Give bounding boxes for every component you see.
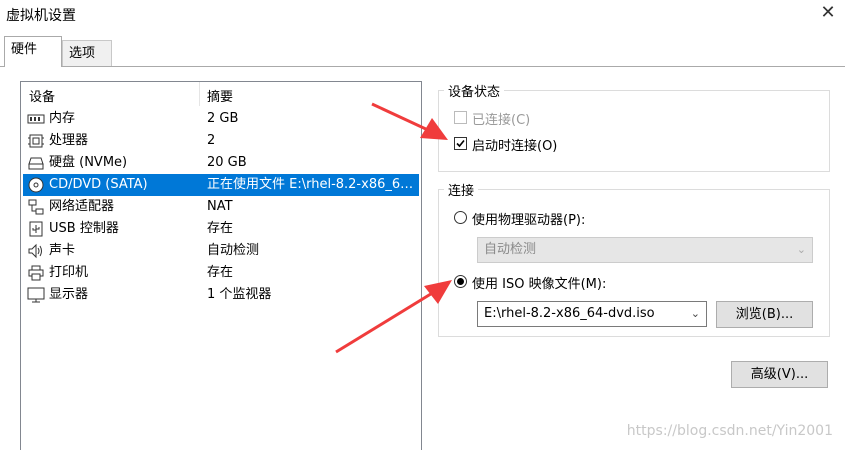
device-row-processor[interactable]: 处理器 2 xyxy=(23,130,419,152)
connected-label: 已连接(C) xyxy=(472,113,531,128)
printer-icon xyxy=(28,265,44,281)
network-adapter-icon xyxy=(28,199,44,215)
close-icon[interactable]: ✕ xyxy=(817,2,839,24)
device-row-usb-controller[interactable]: USB 控制器 存在 xyxy=(23,218,419,240)
device-status-group xyxy=(438,90,830,172)
device-summary: 存在 xyxy=(207,265,234,280)
physical-drive-combo[interactable]: 自动检测 ⌄ xyxy=(477,237,813,263)
connection-label: 连接 xyxy=(444,180,479,199)
title-bar: 虚拟机设置 ✕ xyxy=(0,0,845,30)
device-list-header: 设备 摘要 xyxy=(21,82,421,106)
advanced-button[interactable]: 高级(V)... xyxy=(731,361,828,388)
watermark: https://blog.csdn.net/Yin2001 xyxy=(626,423,833,439)
connect-at-power-on-checkbox[interactable] xyxy=(454,137,467,150)
device-name: 网络适配器 xyxy=(49,199,115,214)
device-summary: 2 xyxy=(207,133,216,148)
physical-drive-label: 使用物理驱动器(P): xyxy=(472,213,586,228)
processor-icon xyxy=(28,134,44,148)
connect-at-power-on-label: 启动时连接(O) xyxy=(472,139,558,154)
device-name: 声卡 xyxy=(49,243,76,258)
iso-image-label: 使用 ISO 映像文件(M): xyxy=(472,277,607,292)
tab-strip: 硬件 选项 xyxy=(0,36,845,67)
device-list[interactable]: 设备 摘要 内存 2 GB 处理器 2 硬盘 (NVMe) 20 GB CD/D… xyxy=(20,81,422,450)
iso-image-radio[interactable] xyxy=(454,275,467,288)
settings-panel: 设备 摘要 内存 2 GB 处理器 2 硬盘 (NVMe) 20 GB CD/D… xyxy=(0,66,845,450)
device-name: 打印机 xyxy=(49,265,89,280)
radio-dot xyxy=(457,278,464,285)
tab-hardware[interactable]: 硬件 xyxy=(4,36,62,67)
device-name: 显示器 xyxy=(49,287,89,302)
cd-dvd-icon xyxy=(28,177,44,193)
device-row-hard-disk[interactable]: 硬盘 (NVMe) 20 GB xyxy=(23,152,419,174)
tab-options[interactable]: 选项 xyxy=(62,40,112,66)
iso-path-value: E:\rhel-8.2-x86_64-dvd.iso xyxy=(484,306,655,321)
device-row-display[interactable]: 显示器 1 个监视器 xyxy=(23,284,419,306)
memory-icon xyxy=(27,114,45,124)
browse-button[interactable]: 浏览(B)... xyxy=(716,301,813,328)
device-name: 硬盘 (NVMe) xyxy=(49,155,128,170)
device-status-label: 设备状态 xyxy=(444,81,505,100)
device-summary: 存在 xyxy=(207,221,234,236)
device-name: 内存 xyxy=(49,111,76,126)
device-row-sound-card[interactable]: 声卡 自动检测 xyxy=(23,240,419,262)
usb-icon xyxy=(29,221,43,237)
physical-drive-value: 自动检测 xyxy=(484,242,537,257)
device-summary: 2 GB xyxy=(207,111,239,126)
monitor-icon xyxy=(27,287,45,303)
physical-drive-radio[interactable] xyxy=(454,211,467,224)
device-row-network-adapter[interactable]: 网络适配器 NAT xyxy=(23,196,419,218)
device-name: 处理器 xyxy=(49,133,89,148)
device-summary: NAT xyxy=(207,199,233,214)
device-row-cd-dvd[interactable]: CD/DVD (SATA) 正在使用文件 E:\rhel-8.2-x86_64-… xyxy=(23,174,419,196)
column-header-summary[interactable]: 摘要 xyxy=(207,86,233,105)
device-row-printer[interactable]: 打印机 存在 xyxy=(23,262,419,284)
device-summary: 1 个监视器 xyxy=(207,287,272,302)
window-title: 虚拟机设置 xyxy=(6,8,76,24)
column-separator[interactable] xyxy=(199,82,200,106)
device-summary: 自动检测 xyxy=(207,243,260,258)
device-summary: 正在使用文件 E:\rhel-8.2-x86_64-dvd.iso xyxy=(207,177,417,192)
iso-path-combo[interactable]: E:\rhel-8.2-x86_64-dvd.iso ⌄ xyxy=(477,301,707,327)
device-row-memory[interactable]: 内存 2 GB xyxy=(23,108,419,130)
check-icon xyxy=(456,139,465,148)
hard-disk-icon xyxy=(28,157,44,170)
chevron-down-icon: ⌄ xyxy=(690,307,700,320)
device-summary: 20 GB xyxy=(207,155,247,170)
speaker-icon xyxy=(28,243,42,259)
connected-checkbox[interactable] xyxy=(454,111,467,124)
device-name: CD/DVD (SATA) xyxy=(49,177,148,192)
column-header-device[interactable]: 设备 xyxy=(29,86,55,105)
chevron-down-icon: ⌄ xyxy=(796,243,806,256)
device-name: USB 控制器 xyxy=(49,221,119,236)
